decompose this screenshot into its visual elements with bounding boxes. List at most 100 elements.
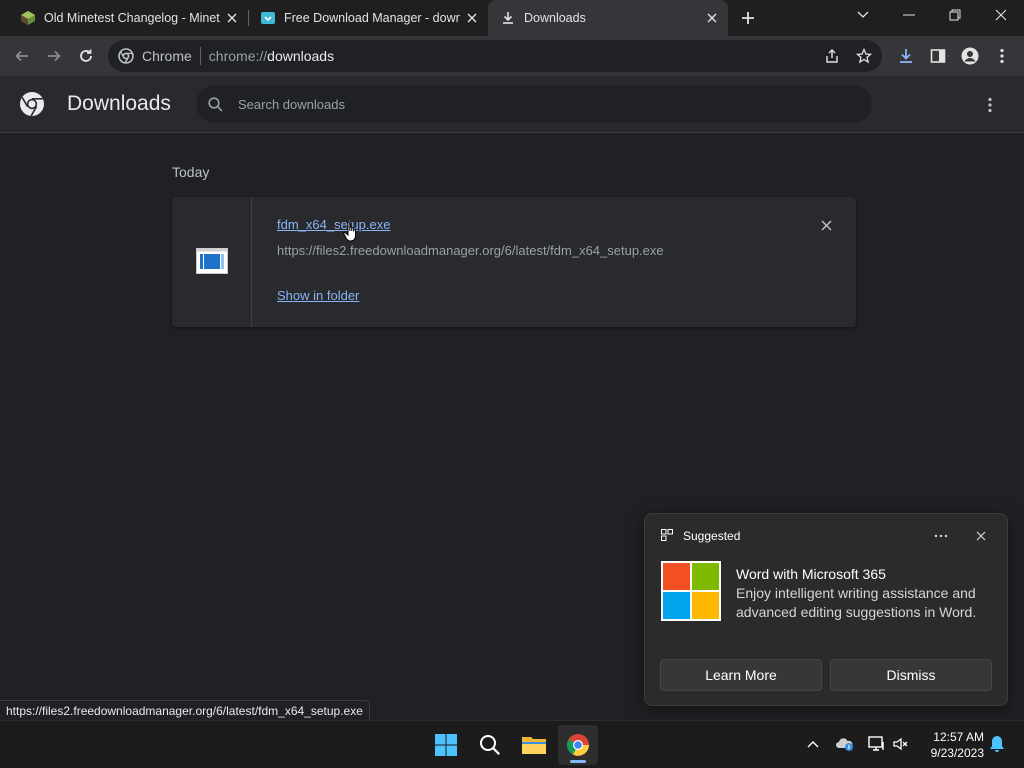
omnibox-divider bbox=[199, 47, 201, 65]
share-button[interactable] bbox=[820, 44, 844, 68]
download-item-card: fdm_x64_setup.exe https://files2.freedow… bbox=[172, 197, 856, 327]
site-info-chip[interactable]: Chrome bbox=[108, 48, 192, 64]
start-button[interactable] bbox=[426, 725, 466, 765]
tab-strip: Old Minetest Changelog - Minetest Free D… bbox=[0, 0, 1024, 36]
close-icon bbox=[976, 531, 986, 541]
suggested-icon bbox=[661, 529, 675, 543]
show-hidden-icons-button[interactable] bbox=[802, 733, 824, 755]
tab-minetest-changelog[interactable]: Old Minetest Changelog - Minetest bbox=[8, 0, 248, 36]
tab-close-icon[interactable] bbox=[704, 10, 720, 26]
search-icon bbox=[206, 95, 224, 113]
chrome-icon bbox=[567, 734, 589, 756]
forward-button[interactable] bbox=[40, 42, 68, 70]
download-source-url: https://files2.freedownloadmanager.org/6… bbox=[277, 243, 664, 258]
profile-button[interactable] bbox=[958, 44, 982, 68]
windows-logo-icon bbox=[435, 734, 457, 756]
notification-header: Suggested bbox=[661, 529, 740, 543]
tab-title: Old Minetest Changelog - Minetest bbox=[44, 11, 220, 25]
close-icon bbox=[820, 219, 832, 231]
network-tray-button[interactable] bbox=[866, 733, 888, 755]
tab-free-download-manager[interactable]: Free Download Manager - download bbox=[248, 0, 488, 36]
logo-square-green bbox=[692, 563, 719, 590]
download-item-icon-column bbox=[172, 197, 252, 327]
notification-body: Enjoy intelligent writing assistance and… bbox=[736, 585, 977, 620]
bell-icon bbox=[990, 736, 1004, 752]
arrow-left-icon bbox=[15, 50, 28, 62]
tab-search-button[interactable] bbox=[840, 0, 886, 30]
tab-close-icon[interactable] bbox=[224, 10, 240, 26]
browser-toolbar: Chrome chrome:// downloads bbox=[0, 36, 1024, 76]
volume-tray-button[interactable] bbox=[890, 733, 912, 755]
downloads-toolbar-button[interactable] bbox=[894, 44, 918, 68]
onedrive-tray-button[interactable] bbox=[834, 733, 856, 755]
logo-square-blue bbox=[663, 592, 690, 619]
restore-button[interactable] bbox=[932, 0, 978, 30]
volume-muted-icon bbox=[893, 737, 908, 751]
logo-square-red bbox=[663, 563, 690, 590]
folder-icon bbox=[522, 737, 546, 754]
taskbar-search-button[interactable] bbox=[470, 725, 510, 765]
search-icon bbox=[480, 735, 500, 755]
exe-file-icon bbox=[196, 248, 228, 279]
chevron-up-icon bbox=[807, 741, 819, 748]
side-panel-button[interactable] bbox=[926, 44, 950, 68]
dismiss-button[interactable]: Dismiss bbox=[830, 659, 992, 691]
date-section-label: Today bbox=[172, 164, 210, 180]
notification-close-button[interactable] bbox=[971, 526, 991, 546]
chrome-menu-button[interactable] bbox=[990, 44, 1014, 68]
page-title: Downloads bbox=[67, 92, 171, 115]
tab-title: Free Download Manager - download bbox=[284, 11, 460, 25]
screen: Old Minetest Changelog - Minetest Free D… bbox=[0, 0, 1024, 768]
minimize-button[interactable] bbox=[886, 0, 932, 30]
site-label: Chrome bbox=[142, 48, 192, 64]
windows-taskbar: 12:57 AM 9/23/2023 bbox=[0, 720, 1024, 768]
link-status-bubble: https://files2.freedownloadmanager.org/6… bbox=[0, 700, 370, 720]
reload-button[interactable] bbox=[72, 42, 100, 70]
search-input[interactable] bbox=[238, 96, 798, 112]
remove-download-button[interactable] bbox=[816, 215, 836, 235]
side-panel-icon bbox=[930, 49, 946, 63]
share-icon bbox=[826, 49, 838, 63]
downloads-menu-button[interactable] bbox=[978, 93, 1002, 117]
star-icon bbox=[856, 48, 872, 64]
chrome-taskbar-button[interactable] bbox=[558, 725, 598, 765]
search-downloads-bar[interactable] bbox=[196, 85, 872, 123]
notification-title: Word with Microsoft 365 bbox=[736, 566, 886, 582]
address-bar[interactable]: Chrome chrome:// downloads bbox=[108, 40, 882, 72]
download-file-name-link[interactable]: fdm_x64_setup.exe bbox=[277, 217, 390, 232]
downloads-header: Downloads bbox=[0, 76, 1024, 133]
tab-downloads[interactable]: Downloads bbox=[488, 0, 728, 36]
chrome-logo-icon bbox=[19, 91, 45, 122]
network-icon bbox=[868, 736, 884, 751]
notification-more-button[interactable] bbox=[929, 526, 953, 546]
download-icon bbox=[900, 49, 912, 63]
plus-icon bbox=[742, 12, 754, 24]
minimize-icon bbox=[903, 14, 915, 16]
omnibox-actions bbox=[812, 44, 876, 68]
tab-title: Downloads bbox=[524, 11, 586, 25]
chrome-icon bbox=[118, 48, 134, 64]
tab-close-icon[interactable] bbox=[464, 10, 480, 26]
close-window-button[interactable] bbox=[978, 0, 1024, 30]
file-explorer-button[interactable] bbox=[514, 725, 554, 765]
notification-center-button[interactable] bbox=[986, 733, 1008, 755]
person-icon bbox=[961, 47, 979, 65]
microsoft-logo-icon bbox=[661, 561, 721, 621]
fdm-favicon bbox=[260, 10, 276, 26]
close-icon bbox=[995, 9, 1007, 21]
bookmark-button[interactable] bbox=[852, 44, 876, 68]
clock-date: 9/23/2023 bbox=[930, 746, 984, 760]
learn-more-button[interactable]: Learn More bbox=[660, 659, 822, 691]
notification-header-label: Suggested bbox=[683, 529, 741, 543]
more-vert-icon bbox=[1000, 48, 1004, 64]
cloud-info-icon bbox=[836, 738, 853, 751]
new-tab-button[interactable] bbox=[736, 6, 760, 30]
more-vert-icon bbox=[988, 97, 992, 113]
back-button[interactable] bbox=[8, 42, 36, 70]
arrow-right-icon bbox=[48, 50, 61, 62]
system-clock[interactable]: 12:57 AM 9/23/2023 bbox=[920, 729, 984, 761]
download-icon bbox=[500, 10, 516, 26]
show-in-folder-link[interactable]: Show in folder bbox=[277, 288, 359, 303]
restore-icon bbox=[949, 9, 961, 21]
more-horiz-icon bbox=[934, 534, 948, 538]
